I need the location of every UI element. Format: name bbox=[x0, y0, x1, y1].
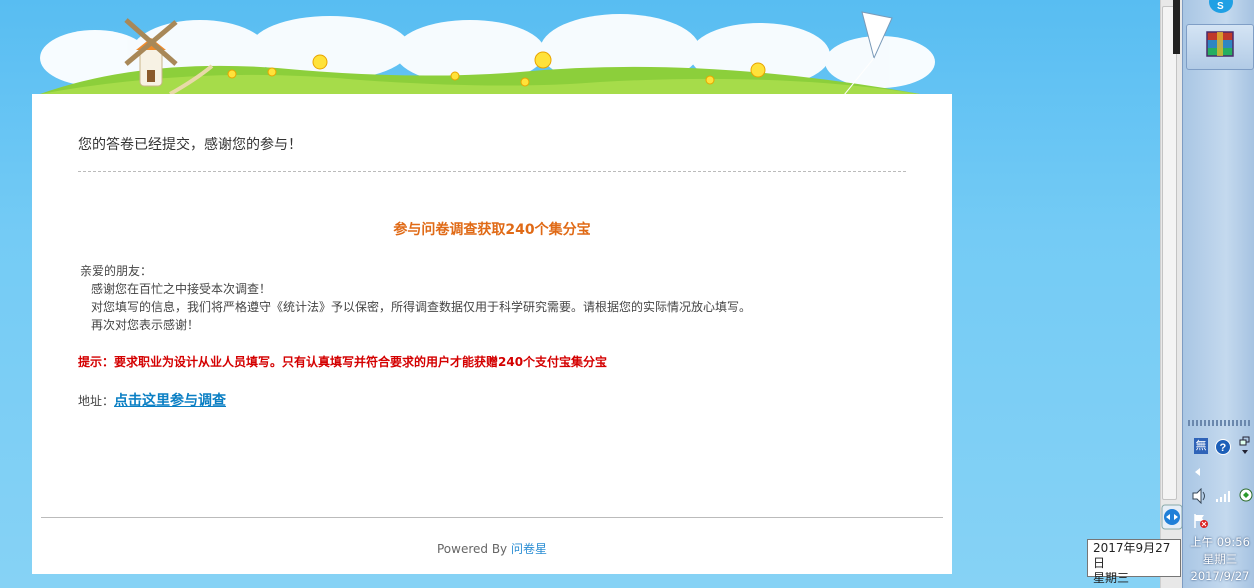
clock-day: 星期三 bbox=[1202, 552, 1238, 566]
footer: Powered By 问卷星 bbox=[32, 540, 952, 557]
teamviewer-icon[interactable] bbox=[1161, 504, 1183, 530]
action-center-flag-icon[interactable] bbox=[1192, 512, 1210, 530]
tooltip-date: 2017年9月27日 bbox=[1093, 541, 1171, 570]
network-signal-icon[interactable] bbox=[1214, 488, 1234, 504]
skype-icon[interactable]: S bbox=[1206, 0, 1236, 14]
svg-text:S: S bbox=[1217, 1, 1224, 12]
survey-link[interactable]: 点击这里参与调查 bbox=[114, 393, 226, 409]
brand-link[interactable]: 问卷星 bbox=[511, 542, 547, 556]
taskbar-clock[interactable]: 上午 09:56 星期三 2017/9/27 bbox=[1186, 534, 1254, 585]
ime-mode-icon[interactable]: 無 bbox=[1194, 438, 1208, 454]
letter-line: 对您填写的信息，我们将严格遵守《统计法》予以保密，所得调查数据仅用于科学研究需要… bbox=[91, 300, 752, 314]
show-hidden-icons-arrow[interactable] bbox=[1193, 466, 1203, 478]
tooltip-day: 星期三 bbox=[1093, 571, 1130, 585]
winrar-icon[interactable] bbox=[1204, 28, 1238, 62]
letter-line: 感谢您在百忙之中接受本次调查！ bbox=[91, 282, 272, 296]
address-row: 地址：点击这里参与调查 bbox=[78, 390, 226, 410]
svg-text:?: ? bbox=[1220, 442, 1227, 454]
submitted-message: 您的答卷已经提交，感谢您的参与！ bbox=[78, 137, 302, 153]
date-tooltip: 2017年9月27日 星期三 bbox=[1087, 539, 1181, 585]
help-icon[interactable]: ? bbox=[1214, 438, 1232, 456]
dashed-divider bbox=[78, 171, 906, 172]
scrollbar-top-edge bbox=[1173, 0, 1180, 54]
clock-time: 上午 09:56 bbox=[1190, 535, 1250, 549]
powered-by-text: Powered By bbox=[436, 542, 508, 556]
header-illustration bbox=[40, 11, 935, 100]
letter-body: 亲爱的朋友： 感谢您在百忙之中接受本次调查！ 对您填写的信息，我们将严格遵守《统… bbox=[80, 262, 751, 334]
greeting: 亲爱的朋友： bbox=[80, 264, 153, 278]
result-card: 您的答卷已经提交，感谢您的参与！ 参与问卷调查获取240个集分宝 亲爱的朋友： … bbox=[32, 94, 952, 574]
scrollbar-thumb[interactable] bbox=[1162, 6, 1177, 500]
requirement-tip: 提示：要求职业为设计从业人员填写。只有认真填写并符合要求的用户才能获赠240个支… bbox=[78, 355, 608, 369]
clock-date: 2017/9/27 bbox=[1190, 569, 1250, 583]
sync-icon[interactable] bbox=[1238, 486, 1254, 504]
survey-title: 参与问卷调查获取240个集分宝 bbox=[393, 222, 591, 238]
speaker-icon[interactable] bbox=[1191, 488, 1209, 504]
tray-grip[interactable] bbox=[1188, 420, 1250, 426]
restore-icon[interactable] bbox=[1238, 436, 1252, 456]
letter-line: 再次对您表示感谢！ bbox=[91, 318, 200, 332]
footer-divider bbox=[41, 517, 943, 518]
address-label: 地址： bbox=[78, 394, 115, 408]
